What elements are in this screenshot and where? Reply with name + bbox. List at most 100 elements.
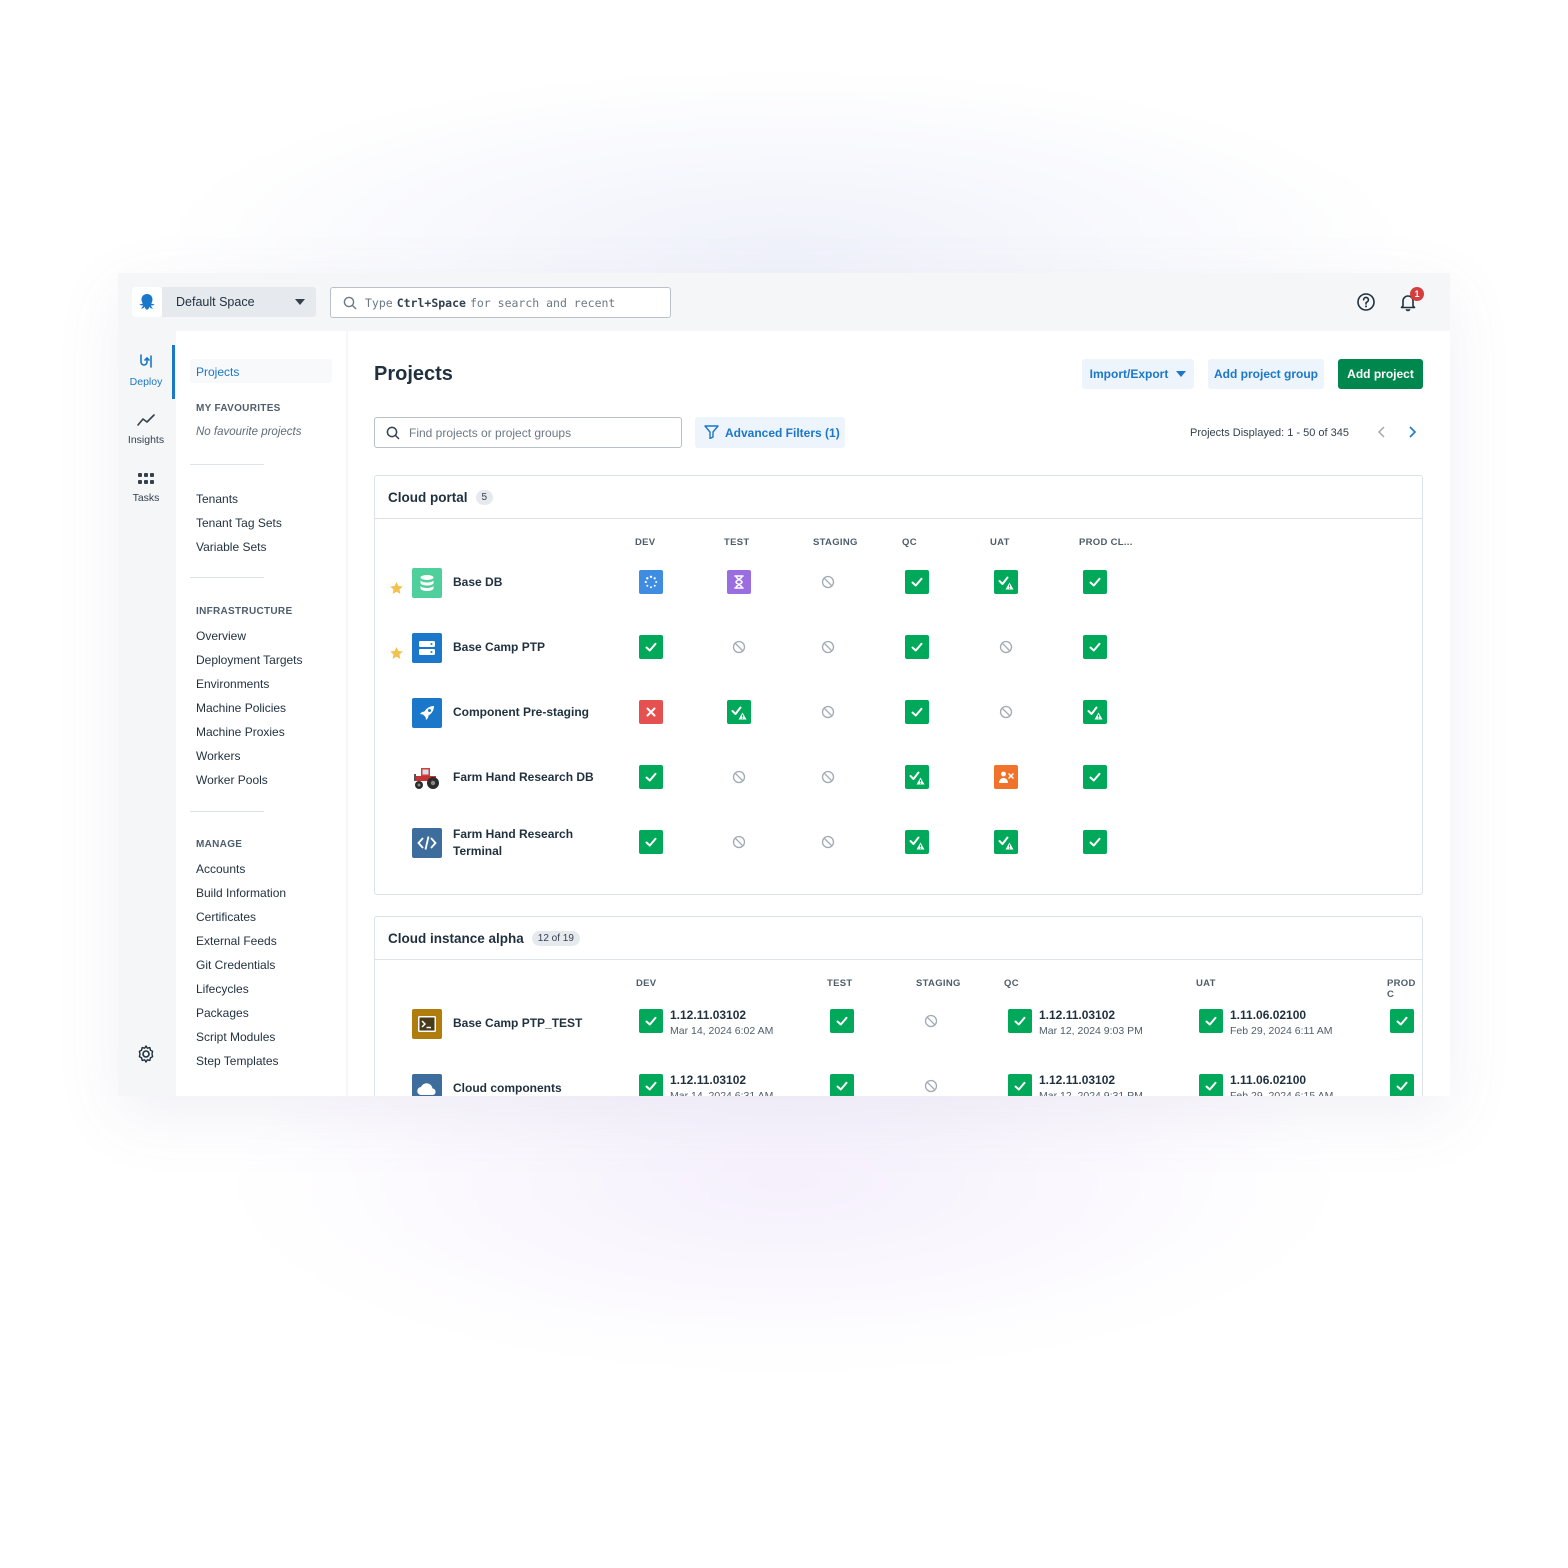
rail-item-tasks[interactable]: Tasks	[118, 473, 174, 504]
deployment-status-ok[interactable]	[1199, 1074, 1223, 1096]
deployment-status-ok[interactable]	[830, 1009, 854, 1033]
deployment-status-warn[interactable]	[994, 570, 1018, 594]
env-header-staging: STAGING	[916, 978, 961, 989]
deployment-status-ok[interactable]	[1083, 830, 1107, 854]
deployment-status-ok[interactable]	[905, 700, 929, 724]
deployment-status-ok[interactable]	[905, 635, 929, 659]
deployment-status-ok[interactable]	[639, 1074, 663, 1096]
deployment-status-warn[interactable]	[905, 830, 929, 854]
favourite-star-icon[interactable]	[389, 581, 404, 601]
nav-link-script-modules[interactable]: Script Modules	[196, 1030, 275, 1044]
chevron-right-icon[interactable]	[1406, 425, 1418, 444]
nav-link-variable-sets[interactable]: Variable Sets	[196, 540, 266, 554]
release-date: Mar 14, 2024 6:31 AM	[670, 1090, 774, 1096]
deployment-status-queued[interactable]	[727, 570, 751, 594]
deployment-status-ok[interactable]	[1390, 1074, 1414, 1096]
space-selector[interactable]: Default Space	[162, 287, 316, 317]
deployment-status-ok[interactable]	[1083, 765, 1107, 789]
deployment-status-warn[interactable]	[727, 700, 751, 724]
deployment-status-ok[interactable]	[639, 1009, 663, 1033]
import-export-button[interactable]: Import/Export	[1082, 359, 1194, 389]
global-search-input[interactable]: Type Ctrl+Space for search and recent	[330, 287, 671, 318]
nav-link-accounts[interactable]: Accounts	[196, 862, 245, 876]
rail-item-deploy[interactable]: Deploy	[118, 353, 174, 388]
nav-link-packages[interactable]: Packages	[196, 1006, 249, 1020]
env-header-prod: PROD C	[1387, 978, 1416, 1000]
advanced-filters-button[interactable]: Advanced Filters (1)	[695, 417, 845, 448]
group-header: Cloud portal 5	[375, 476, 1422, 519]
release-version[interactable]: 1.12.11.03102	[1039, 1073, 1115, 1087]
skipped-icon	[727, 635, 751, 659]
deployment-status-ok[interactable]	[1199, 1009, 1223, 1033]
caret-down-icon	[1176, 371, 1187, 377]
project-row[interactable]: Base Camp PTP	[375, 632, 1422, 692]
project-name[interactable]: Cloud components	[453, 1080, 562, 1096]
deployment-status-ok[interactable]	[639, 635, 663, 659]
deployment-status-ok[interactable]	[905, 570, 929, 594]
nav-link-git-credentials[interactable]: Git Credentials	[196, 958, 275, 972]
nav-link-step-templates[interactable]: Step Templates	[196, 1054, 279, 1068]
nav-link-build-information[interactable]: Build Information	[196, 886, 286, 900]
deployment-status-ok[interactable]	[1390, 1009, 1414, 1033]
success-warning-icon	[908, 833, 926, 851]
deployment-status-warn[interactable]	[1083, 700, 1107, 724]
nav-link-projects[interactable]: Projects	[196, 365, 239, 379]
nav-link-overview[interactable]: Overview	[196, 629, 246, 643]
nav-link-certificates[interactable]: Certificates	[196, 910, 256, 924]
deployment-status-error[interactable]	[639, 700, 663, 724]
nav-link-tenant-tag-sets[interactable]: Tenant Tag Sets	[196, 516, 282, 530]
nav-link-machine-proxies[interactable]: Machine Proxies	[196, 725, 285, 739]
deployment-status-ok[interactable]	[830, 1074, 854, 1096]
deployment-status-ok[interactable]	[1083, 635, 1107, 659]
group-name[interactable]: Cloud instance alpha	[388, 931, 524, 946]
project-row[interactable]: Base DB	[375, 567, 1422, 627]
find-projects-input[interactable]: Find projects or project groups	[374, 417, 682, 448]
rail-item-insights[interactable]: Insights	[118, 413, 174, 446]
deployment-status-ok[interactable]	[1083, 570, 1107, 594]
release-version[interactable]: 1.11.06.02100	[1230, 1073, 1306, 1087]
help-icon[interactable]	[1356, 292, 1376, 312]
nav-link-external-feeds[interactable]: External Feeds	[196, 934, 277, 948]
project-row[interactable]: Cloud components 1.12.11.03102 Mar 14, 202…	[375, 1073, 1422, 1096]
deployment-status-manual[interactable]	[994, 765, 1018, 789]
deployment-status-ok[interactable]	[639, 830, 663, 854]
release-version[interactable]: 1.11.06.02100	[1230, 1008, 1306, 1022]
nav-link-deployment-targets[interactable]: Deployment Targets	[196, 653, 303, 667]
deployment-status-warn[interactable]	[994, 830, 1018, 854]
release-version[interactable]: 1.12.11.03102	[670, 1008, 746, 1022]
deployment-status-ok[interactable]	[1008, 1074, 1032, 1096]
deployment-status-running[interactable]	[639, 570, 663, 594]
nav-link-lifecycles[interactable]: Lifecycles	[196, 982, 249, 996]
group-name[interactable]: Cloud portal	[388, 490, 468, 505]
nav-link-tenants[interactable]: Tenants	[196, 492, 238, 506]
project-name[interactable]: Terminal	[453, 843, 502, 860]
project-row[interactable]: Farm Hand Research Terminal	[375, 826, 1422, 887]
project-name[interactable]: Base Camp PTP_TEST	[453, 1015, 582, 1032]
nav-link-environments[interactable]: Environments	[196, 677, 269, 691]
project-row[interactable]: Component Pre-staging	[375, 697, 1422, 757]
project-row[interactable]: Base Camp PTP_TEST 1.12.11.03102 Mar 14, 2…	[375, 1008, 1422, 1068]
release-version[interactable]: 1.12.11.03102	[1039, 1008, 1115, 1022]
add-project-button[interactable]: Add project	[1338, 359, 1423, 389]
success-check-icon	[644, 1079, 658, 1093]
favourite-star-icon[interactable]	[389, 646, 404, 666]
caret-down-icon	[295, 299, 305, 305]
deployment-status-warn[interactable]	[905, 765, 929, 789]
project-name[interactable]: Base DB	[453, 574, 502, 591]
project-name[interactable]: Component Pre-staging	[453, 704, 589, 721]
project-name[interactable]: Base Camp PTP	[453, 639, 545, 656]
deployment-status-ok[interactable]	[1008, 1009, 1032, 1033]
octopus-logo[interactable]	[132, 287, 162, 317]
group-count-badge: 5	[475, 489, 494, 505]
deployment-status-ok[interactable]	[639, 765, 663, 789]
add-project-group-button[interactable]: Add project group	[1208, 359, 1324, 389]
nav-link-worker-pools[interactable]: Worker Pools	[196, 773, 268, 787]
settings-gear-icon[interactable]	[136, 1044, 156, 1069]
nav-link-workers[interactable]: Workers	[196, 749, 240, 763]
nav-link-machine-policies[interactable]: Machine Policies	[196, 701, 286, 715]
project-name[interactable]: Farm Hand Research	[453, 826, 573, 843]
chevron-left-icon[interactable]	[1376, 425, 1388, 444]
project-name[interactable]: Farm Hand Research DB	[453, 769, 594, 786]
release-version[interactable]: 1.12.11.03102	[670, 1073, 746, 1087]
project-row[interactable]: Farm Hand Research DB	[375, 762, 1422, 822]
